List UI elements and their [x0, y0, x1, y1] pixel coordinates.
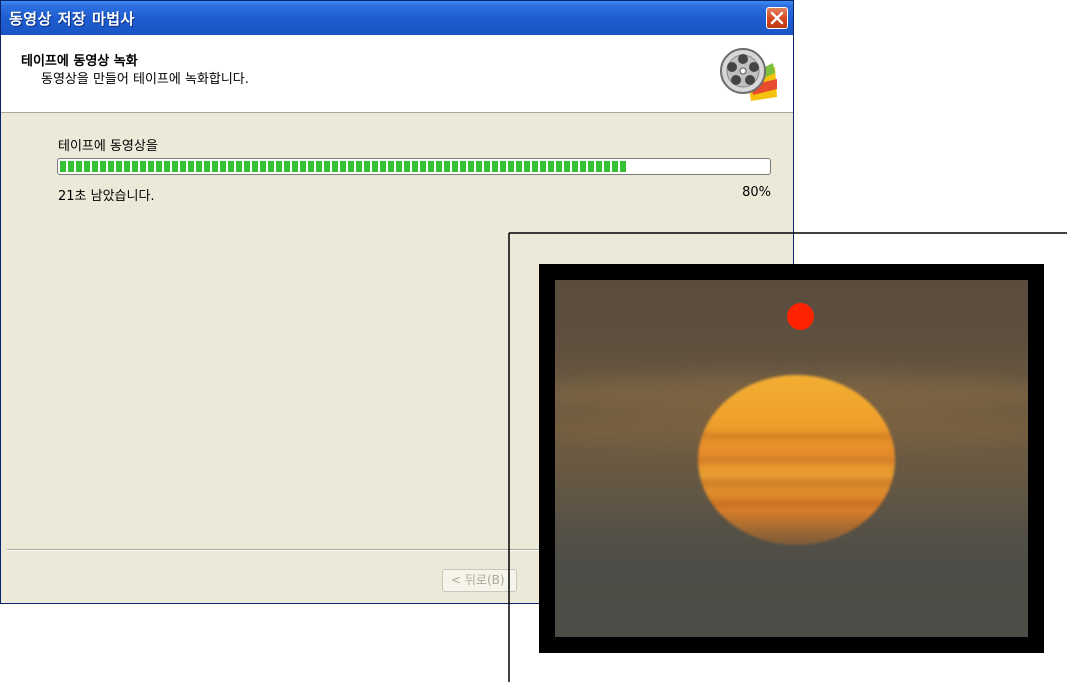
back-button[interactable]: < 뒤로(B) [442, 569, 517, 592]
film-reel-icon [720, 48, 777, 101]
screenshot-stage: 동영상 저장 마법사 테이프에 동영상 녹화 동영상을 만들어 테이프에 녹화합… [0, 0, 1067, 682]
progress-fill [60, 161, 626, 172]
progress-bar [57, 158, 771, 175]
progress-label: 테이프에 동영상을 [58, 139, 158, 154]
close-icon [770, 11, 784, 25]
sun-cloud-streak [698, 479, 895, 487]
video-preview-frame [539, 264, 1044, 653]
video-preview-image [555, 280, 1028, 637]
sun-cloud-streak [698, 501, 895, 507]
progress-percent: 80% [742, 185, 771, 200]
lower-haze [555, 510, 1028, 637]
window-title: 동영상 저장 마법사 [9, 10, 135, 28]
close-button[interactable] [766, 7, 788, 29]
wizard-header: 테이프에 동영상 녹화 동영상을 만들어 테이프에 녹화합니다. [1, 35, 793, 113]
record-indicator-icon [787, 303, 814, 330]
page-title: 테이프에 동영상 녹화 [21, 54, 138, 69]
page-subtitle: 동영상을 만들어 테이프에 녹화합니다. [41, 72, 249, 87]
sun-cloud-streak [698, 457, 895, 463]
title-bar[interactable]: 동영상 저장 마법사 [1, 1, 793, 35]
sun-cloud-streak [698, 433, 895, 439]
time-remaining: 21초 남았습니다. [58, 189, 155, 204]
